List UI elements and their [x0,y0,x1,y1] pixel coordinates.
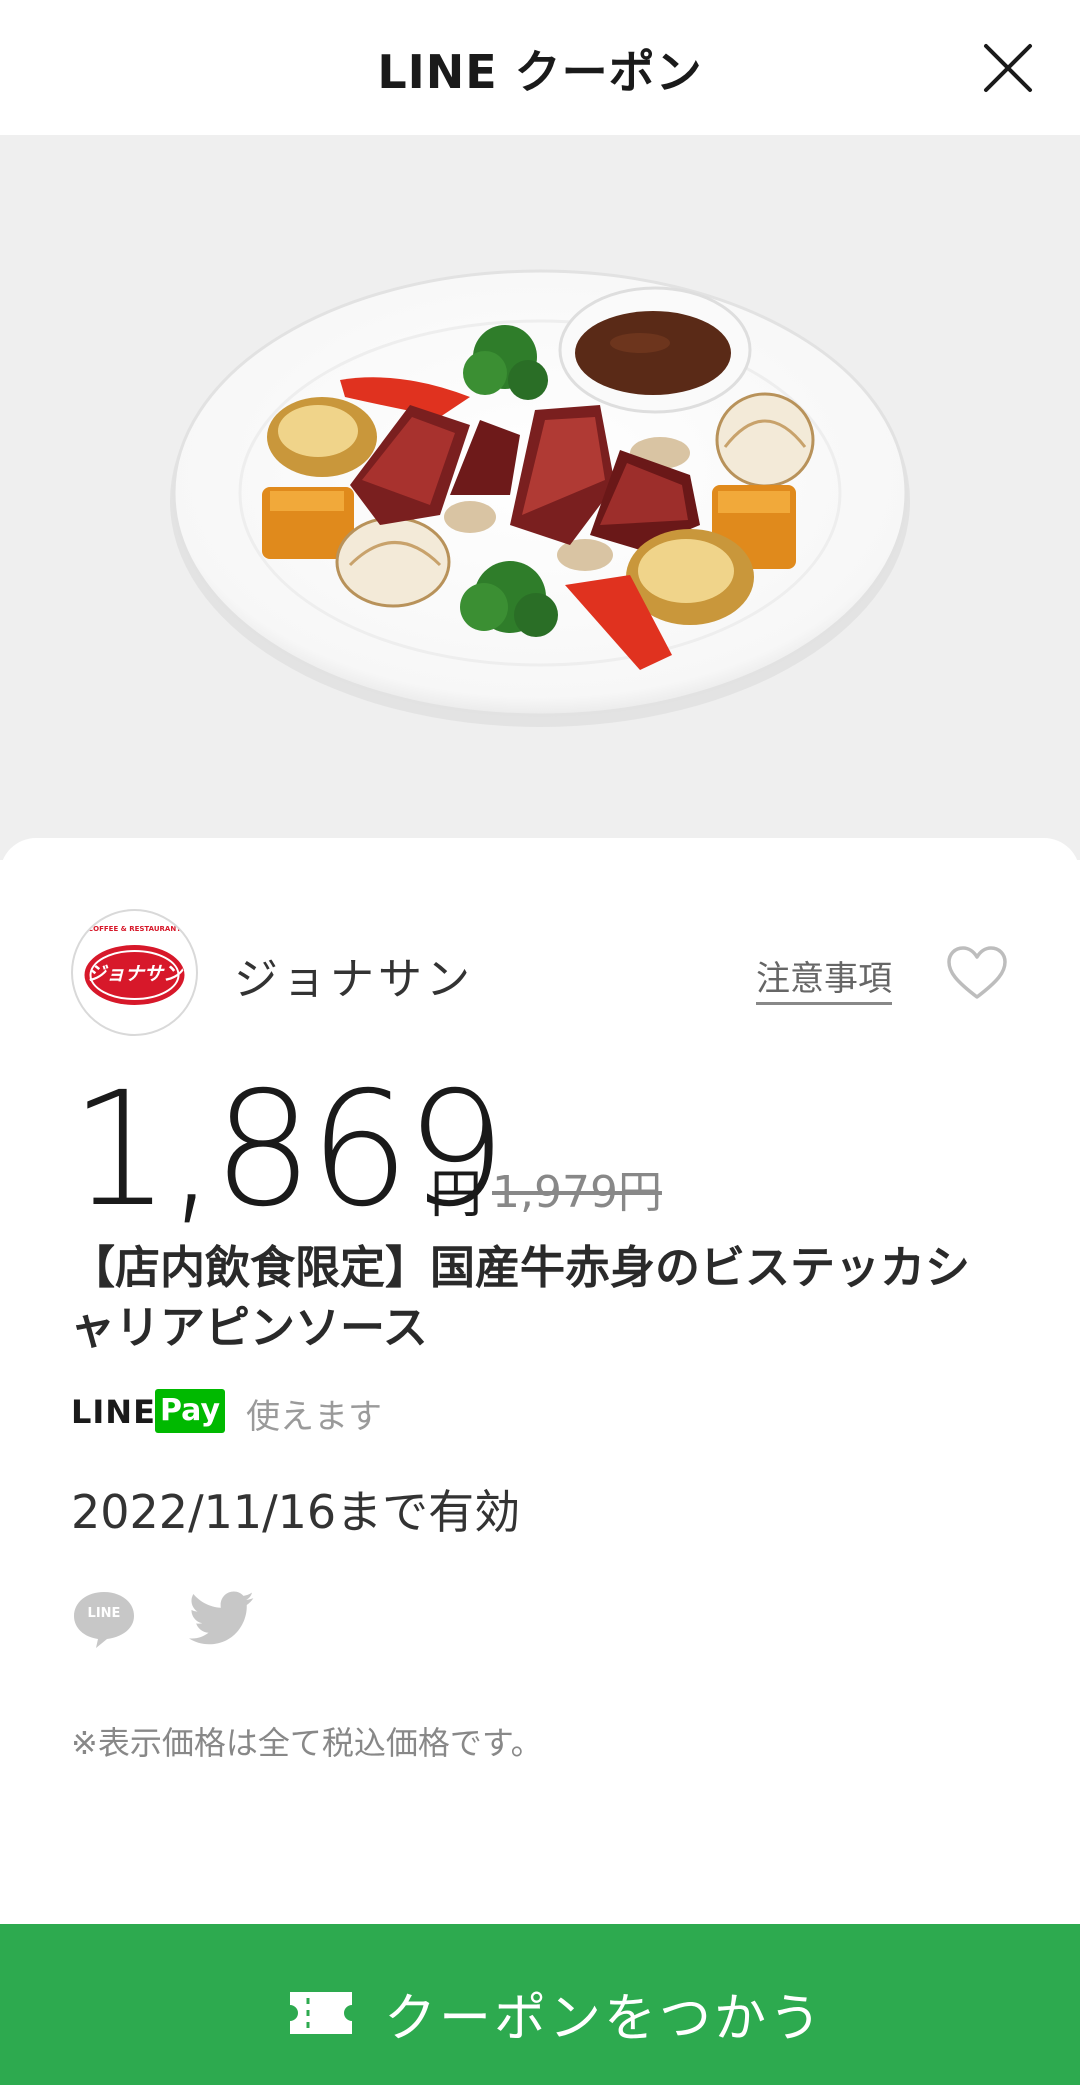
heart-icon [947,946,1007,999]
food-plate-illustration [170,269,910,727]
share-line-button[interactable]: LINE [71,1588,137,1650]
page-title: LINE クーポン [377,45,703,99]
original-price: 1,979円 [492,1167,662,1218]
coupon-price-unit: 円 [430,1165,483,1225]
coupon-title: 【店内飲食限定】国産牛赤身のビステッカシャリアピンソース [70,1241,971,1354]
line-pay-logo-pay: Pay [155,1389,225,1433]
share-twitter-button[interactable] [188,1590,255,1648]
shop-logo-top-text: COFFEE & RESTAURANT [88,925,181,933]
close-icon [984,44,1032,92]
line-icon-text: LINE [87,1606,121,1621]
notes-link[interactable]: 注意事項 [756,951,892,1000]
coupon-hero-image [0,135,1080,860]
shop-logo-main-text: ジョナサン [86,963,182,985]
tax-disclaimer: ※表示価格は全て税込価格です。 [71,1724,543,1762]
line-pay-logo-line: LINE [71,1393,156,1431]
use-coupon-label: クーポンをつかう [384,1989,825,2049]
top-bar: LINE クーポン [0,0,1080,135]
favorite-button[interactable] [946,945,1008,1001]
validity-date: 2022/11/16まで有効 [71,1485,521,1539]
use-coupon-button[interactable]: クーポンをつかう [0,1924,1080,2085]
twitter-icon [188,1591,254,1645]
ticket-icon [290,1992,352,2034]
line-pay-note: 使えます [246,1397,382,1437]
shop-logo: ジョナサン COFFEE & RESTAURANT [71,909,198,1036]
close-button[interactable] [980,40,1036,96]
shop-name: ジョナサン [234,954,474,1005]
